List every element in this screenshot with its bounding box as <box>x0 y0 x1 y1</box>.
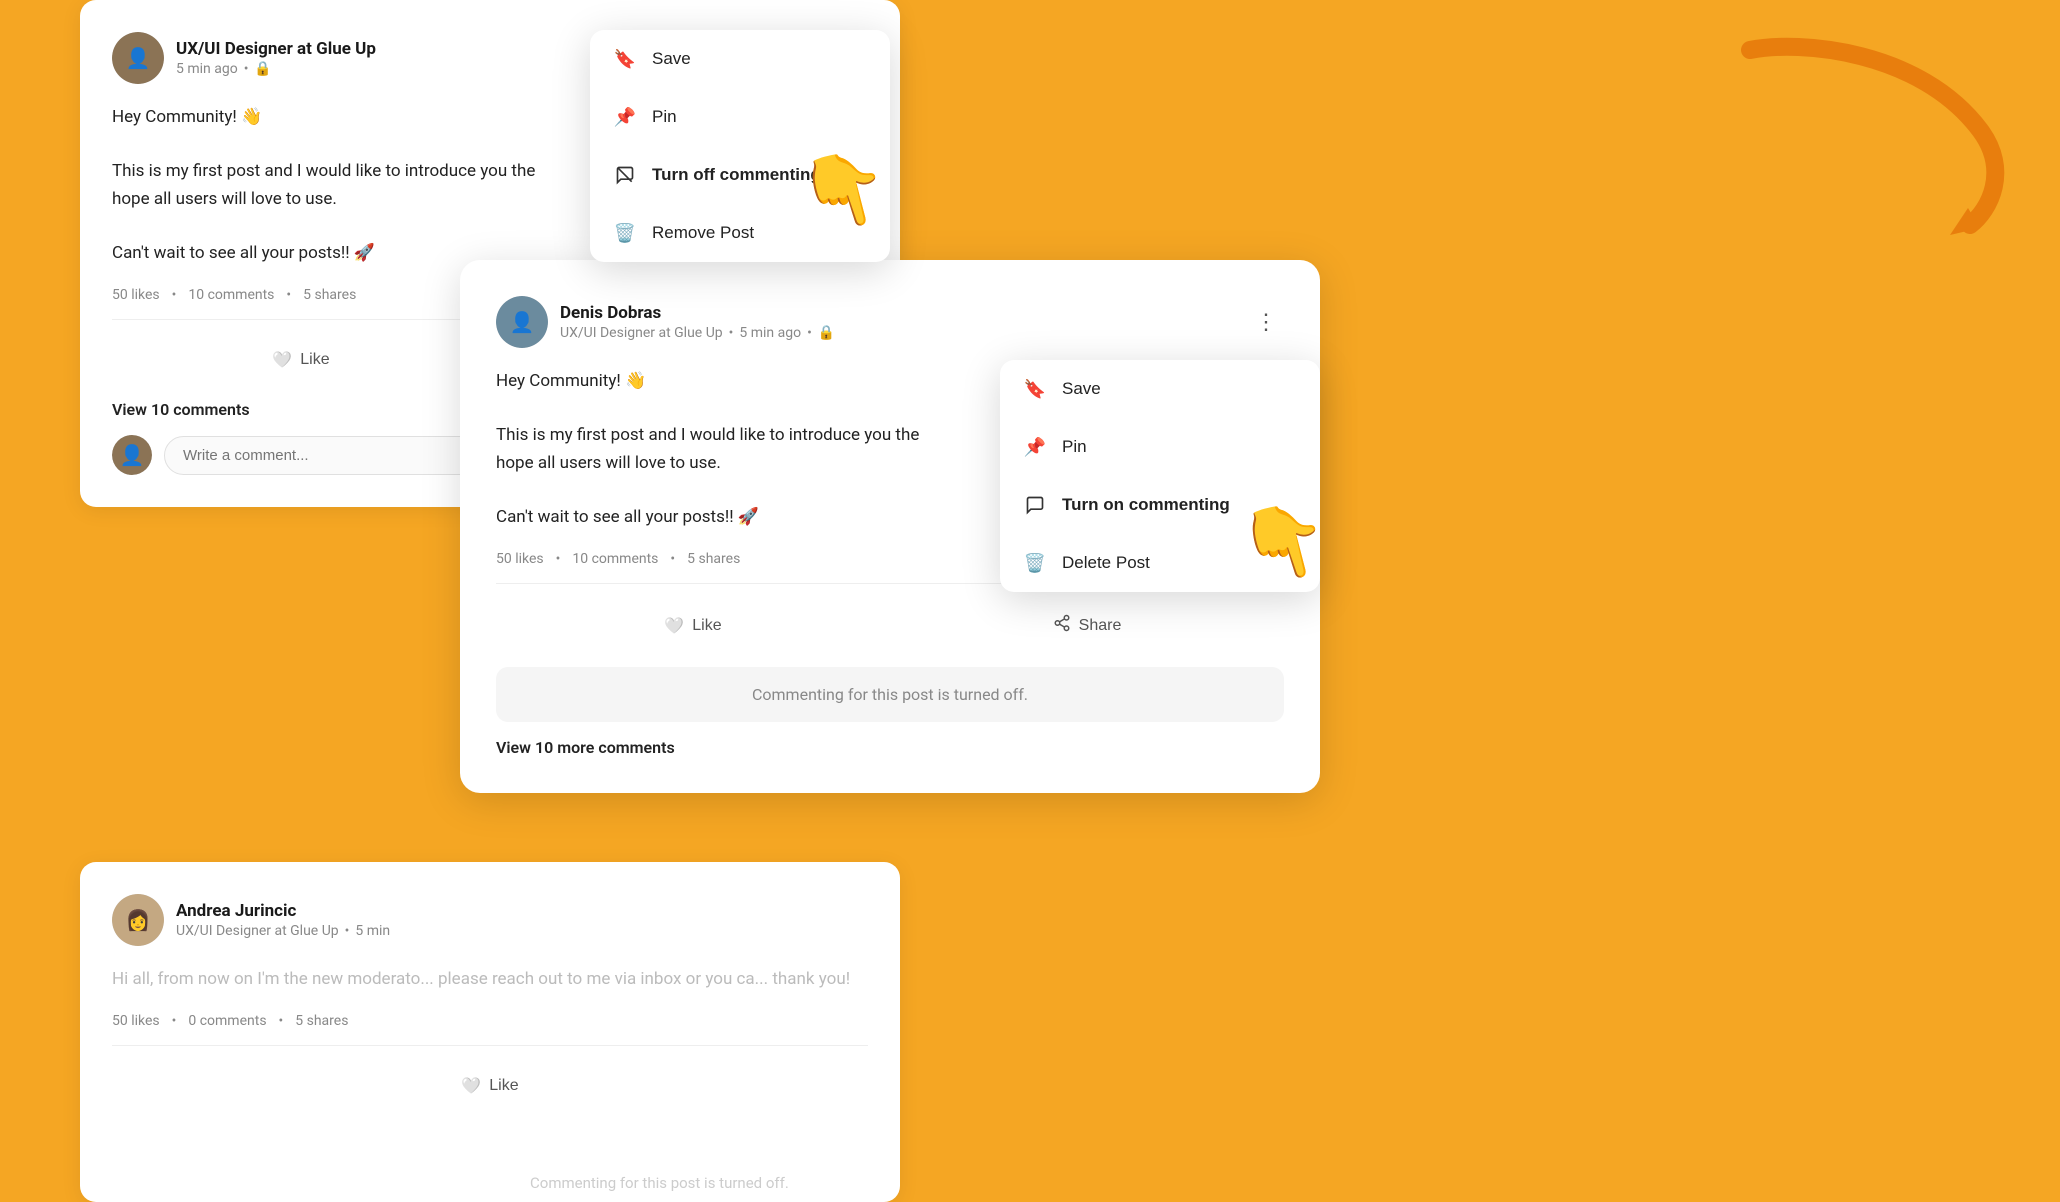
user-role-main: UX/UI Designer at Glue Up <box>560 325 723 341</box>
dropdown-pin-main[interactable]: 📌 Pin <box>1000 418 1320 476</box>
avatar-andrea: 👩 <box>112 894 164 946</box>
shares-andrea: 5 shares <box>295 1013 348 1029</box>
like-icon-main: 🤍 <box>664 616 684 636</box>
post-actions-andrea: 🤍 Like <box>112 1066 868 1106</box>
user-name-andrea: Andrea Jurincic <box>176 901 868 921</box>
like-icon-top: 🤍 <box>272 350 292 370</box>
post-content-andrea: Hi all, from now on I'm the new moderato… <box>112 966 868 993</box>
dropdown-pin-top[interactable]: 📌 Pin <box>590 88 890 146</box>
comment-slash-icon <box>614 164 636 186</box>
trash-icon-main: 🗑️ <box>1024 552 1046 574</box>
avatar-top: 👤 <box>112 32 164 84</box>
user-meta-main: UX/UI Designer at Glue Up • 5 min ago • … <box>560 325 1236 341</box>
shares-main: 5 shares <box>687 551 740 567</box>
user-role-andrea: UX/UI Designer at Glue Up <box>176 923 339 939</box>
share-btn-main[interactable]: Share <box>890 604 1284 647</box>
user-row-andrea: 👩 Andrea Jurincic UX/UI Designer at Glue… <box>112 894 868 946</box>
dropdown-save-top[interactable]: 🔖 Save <box>590 30 890 88</box>
private-icon-top: 🔒 <box>254 61 271 77</box>
pin-icon-main: 📌 <box>1024 436 1046 458</box>
trash-icon-top: 🗑️ <box>614 222 636 244</box>
bookmark-icon-main: 🔖 <box>1024 378 1046 400</box>
likes-top: 50 likes <box>112 287 160 303</box>
private-icon-main: 🔒 <box>818 325 835 341</box>
avatar-main: 👤 <box>496 296 548 348</box>
like-btn-main[interactable]: 🤍 Like <box>496 604 890 647</box>
like-icon-andrea: 🤍 <box>461 1076 481 1096</box>
pin-icon: 📌 <box>614 106 636 128</box>
user-row-main: 👤 Denis Dobras UX/UI Designer at Glue Up… <box>496 296 1284 348</box>
comment-icon-main <box>1024 494 1046 516</box>
background-bottom-card: 👩 Andrea Jurincic UX/UI Designer at Glue… <box>80 862 900 1202</box>
post-actions-main: 🤍 Like Share <box>496 604 1284 647</box>
arrow-annotation <box>1720 30 2020 250</box>
likes-main: 50 likes <box>496 551 544 567</box>
user-time-andrea: 5 min <box>355 923 390 939</box>
user-time-main: 5 min ago <box>739 325 801 341</box>
commenting-off-bar: Commenting for this post is turned off. <box>496 667 1284 722</box>
comments-main: 10 comments <box>572 551 658 567</box>
like-btn-andrea[interactable]: 🤍 Like <box>112 1066 868 1106</box>
user-time-top: 5 min ago <box>176 61 238 77</box>
user-meta-andrea: UX/UI Designer at Glue Up • 5 min <box>176 923 868 939</box>
user-info-andrea: Andrea Jurincic UX/UI Designer at Glue U… <box>176 901 868 939</box>
post-stats-andrea: 50 likes • 0 comments • 5 shares <box>112 1013 868 1046</box>
like-btn-top[interactable]: 🤍 Like <box>112 340 490 380</box>
comments-andrea: 0 comments <box>188 1013 266 1029</box>
more-options-btn-main[interactable]: ⋮ <box>1248 304 1284 340</box>
user-name-main: Denis Dobras <box>560 303 1236 323</box>
likes-andrea: 50 likes <box>112 1013 160 1029</box>
comments-top: 10 comments <box>188 287 274 303</box>
shares-top: 5 shares <box>303 287 356 303</box>
share-icon-main <box>1053 614 1071 637</box>
user-info-main: Denis Dobras UX/UI Designer at Glue Up •… <box>560 303 1236 341</box>
dropdown-save-main[interactable]: 🔖 Save <box>1000 360 1320 418</box>
commenting-off-text-bottom: Commenting for this post is turned off. <box>530 1174 789 1192</box>
commenter-avatar-top: 👤 <box>112 435 152 475</box>
view-more-comments-main[interactable]: View 10 more comments <box>496 738 1284 757</box>
bookmark-icon: 🔖 <box>614 48 636 70</box>
